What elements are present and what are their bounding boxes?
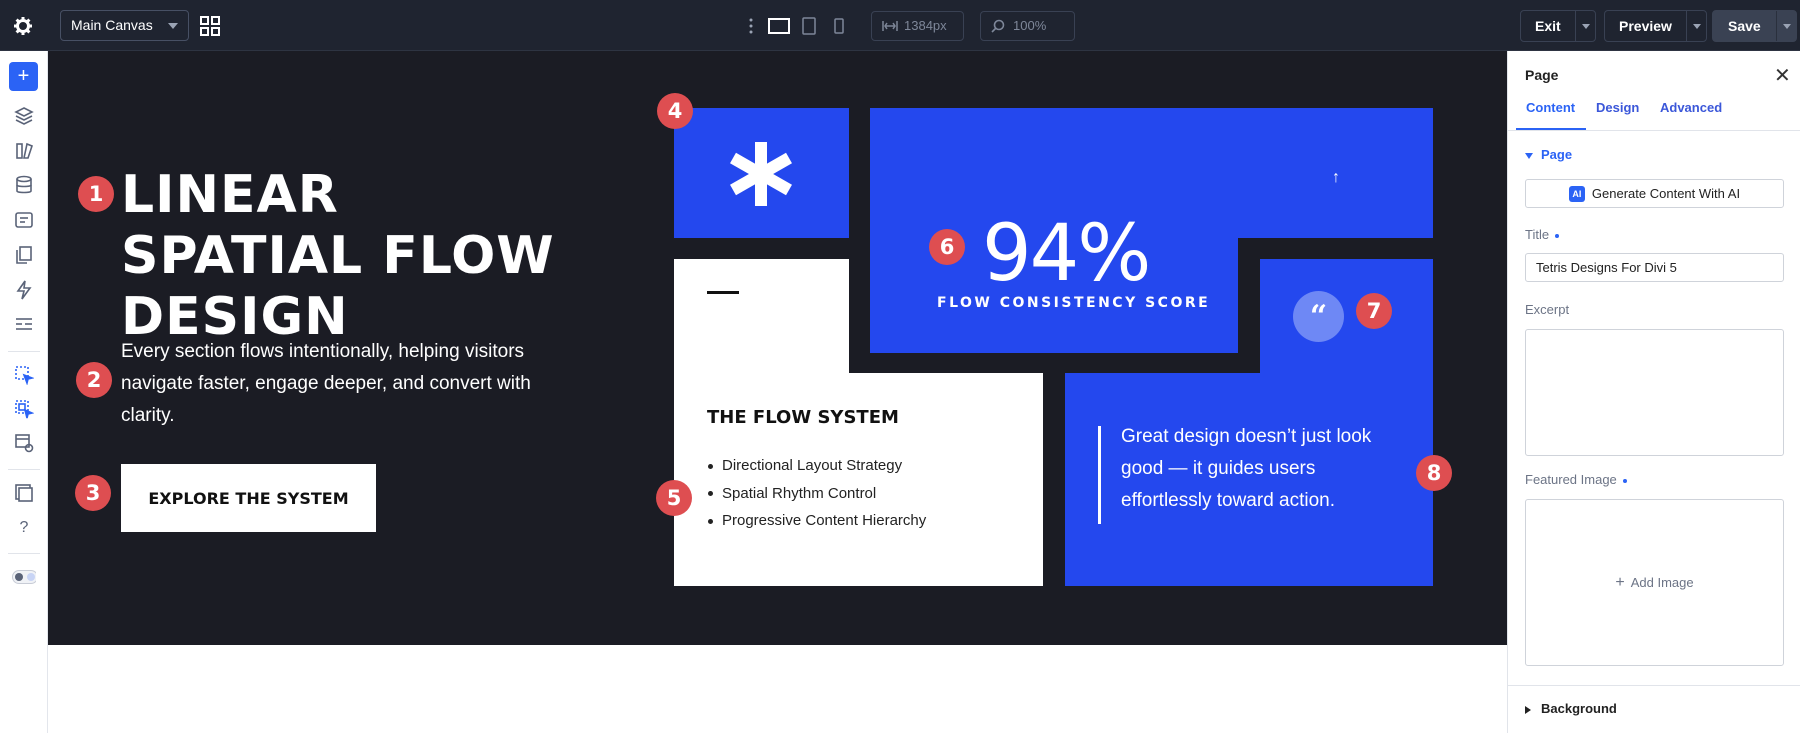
canvas-below-section bbox=[48, 645, 1507, 733]
sidebar-divider bbox=[8, 351, 40, 352]
more-vertical-icon[interactable] bbox=[748, 17, 754, 35]
excerpt-field-label: Excerpt bbox=[1525, 302, 1570, 317]
tabs-divider bbox=[1508, 130, 1800, 131]
step-badge: 5 bbox=[656, 480, 692, 516]
tab-content[interactable]: Content bbox=[1526, 100, 1575, 115]
phone-view-icon[interactable] bbox=[828, 15, 850, 37]
dynamic-dot-icon bbox=[1555, 233, 1560, 238]
preview-dropdown-icon[interactable] bbox=[1685, 11, 1706, 41]
step-badge: 6 bbox=[929, 229, 965, 265]
exit-dropdown-icon[interactable] bbox=[1574, 11, 1595, 41]
quote-block-top bbox=[1260, 259, 1433, 377]
hero-title: LINEAR SPATIAL FLOW DESIGN bbox=[121, 165, 555, 347]
save-button[interactable]: Save bbox=[1713, 11, 1776, 41]
quote-text: Great design doesn’t just look good — it… bbox=[1121, 426, 1372, 511]
section-divider bbox=[1508, 685, 1800, 686]
step-badge: 3 bbox=[75, 475, 111, 511]
title-label-text: Title bbox=[1525, 227, 1550, 242]
select-element-icon[interactable] bbox=[12, 363, 36, 387]
asterisk-block bbox=[674, 108, 849, 238]
preview-button-group: Preview bbox=[1604, 10, 1707, 42]
multi-select-icon[interactable] bbox=[12, 397, 36, 421]
grid-view-icon[interactable] bbox=[199, 15, 221, 37]
design-library-icon[interactable] bbox=[12, 139, 36, 163]
featured-image-label-text: Featured Image bbox=[1525, 472, 1617, 487]
add-module-plus-icon[interactable]: + bbox=[9, 62, 38, 91]
save-button-group: Save bbox=[1712, 10, 1797, 42]
chevron-down-icon bbox=[168, 23, 178, 29]
generate-ai-button[interactable]: AI Generate Content With AI bbox=[1525, 179, 1784, 208]
tab-advanced[interactable]: Advanced bbox=[1660, 100, 1722, 115]
sidebar-divider bbox=[8, 553, 40, 554]
width-resize-icon bbox=[882, 21, 898, 31]
theme-builder-icon[interactable] bbox=[12, 313, 36, 337]
score-block-top bbox=[870, 108, 1433, 238]
tab-design[interactable]: Design bbox=[1596, 100, 1639, 115]
list-item: Progressive Content Hierarchy bbox=[708, 507, 926, 535]
ai-icon: AI bbox=[1568, 185, 1585, 202]
flow-divider bbox=[707, 291, 739, 294]
quote-icon: “ bbox=[1293, 291, 1344, 342]
save-dropdown-icon[interactable] bbox=[1775, 11, 1796, 41]
excerpt-textarea[interactable] bbox=[1525, 329, 1784, 456]
zoom-field[interactable]: 100% bbox=[980, 11, 1075, 41]
help-question-icon[interactable]: ? bbox=[12, 516, 36, 540]
database-icon[interactable] bbox=[12, 173, 36, 197]
generate-ai-label: Generate Content With AI bbox=[1591, 186, 1741, 201]
page-section-toggle[interactable]: Page bbox=[1525, 147, 1572, 162]
toggle-switch-icon[interactable] bbox=[12, 565, 36, 589]
arrow-up-icon: ↑ bbox=[1332, 169, 1340, 186]
settings-gear-icon[interactable] bbox=[10, 13, 36, 39]
add-image-label: Add Image bbox=[1630, 575, 1694, 590]
score-value: 94% bbox=[982, 209, 1151, 299]
featured-image-label: Featured Image bbox=[1525, 472, 1627, 487]
quote-bar bbox=[1098, 426, 1101, 524]
canvas-select[interactable]: Main Canvas bbox=[60, 10, 189, 41]
window-icon[interactable] bbox=[12, 481, 36, 505]
forms-icon[interactable] bbox=[12, 208, 36, 232]
close-icon[interactable]: ✕ bbox=[1774, 63, 1791, 88]
list-item: Directional Layout Strategy bbox=[708, 452, 926, 480]
canvas-width-field[interactable]: 1384px bbox=[871, 11, 964, 41]
score-label: FLOW CONSISTENCY SCORE bbox=[937, 295, 1211, 311]
title-input[interactable]: Tetris Designs For Divi 5 bbox=[1525, 253, 1784, 282]
lightning-icon[interactable] bbox=[12, 278, 36, 302]
settings-panel: Page ✕ Content Design Advanced Page AI G… bbox=[1507, 51, 1800, 733]
dynamic-dot-icon bbox=[1622, 478, 1627, 483]
sidebar-divider bbox=[8, 469, 40, 470]
left-sidebar: + ? bbox=[0, 51, 48, 733]
page-canvas: LINEAR SPATIAL FLOW DESIGN Every section… bbox=[48, 51, 1507, 645]
explore-system-button[interactable]: EXPLORE THE SYSTEM bbox=[121, 464, 376, 532]
list-item: Spatial Rhythm Control bbox=[708, 480, 926, 508]
background-section-toggle[interactable]: Background bbox=[1525, 701, 1617, 716]
layers-icon[interactable] bbox=[12, 104, 36, 128]
zoom-value: 100% bbox=[1013, 18, 1047, 33]
panel-title: Page bbox=[1525, 67, 1559, 83]
plus-icon: + bbox=[1615, 573, 1625, 591]
exit-button-group: Exit bbox=[1520, 10, 1596, 42]
step-badge: 1 bbox=[78, 176, 114, 212]
flow-system-list: Directional Layout Strategy Spatial Rhyt… bbox=[708, 452, 926, 535]
step-badge: 8 bbox=[1416, 455, 1452, 491]
preview-button[interactable]: Preview bbox=[1605, 11, 1686, 41]
title-field-label: Title bbox=[1525, 227, 1560, 242]
zoom-icon bbox=[991, 19, 1005, 33]
exit-button[interactable]: Exit bbox=[1521, 11, 1575, 41]
asterisk-icon bbox=[730, 142, 792, 206]
canvas-select-label: Main Canvas bbox=[71, 17, 153, 33]
pages-icon[interactable] bbox=[12, 243, 36, 267]
preview-element-icon[interactable] bbox=[12, 431, 36, 455]
top-toolbar: Main Canvas 1384px 100% Exit Preview Sav… bbox=[0, 0, 1800, 51]
step-badge: 7 bbox=[1356, 293, 1392, 329]
step-badge: 4 bbox=[657, 93, 693, 129]
canvas-width-value: 1384px bbox=[904, 18, 947, 33]
tablet-view-icon[interactable] bbox=[798, 15, 820, 37]
step-badge: 2 bbox=[76, 362, 112, 398]
hero-description: Every section flows intentionally, helpi… bbox=[121, 341, 531, 426]
flow-system-heading: THE FLOW SYSTEM bbox=[707, 407, 899, 428]
desktop-view-icon[interactable] bbox=[768, 15, 790, 37]
add-image-dropzone[interactable]: + Add Image bbox=[1525, 499, 1784, 666]
